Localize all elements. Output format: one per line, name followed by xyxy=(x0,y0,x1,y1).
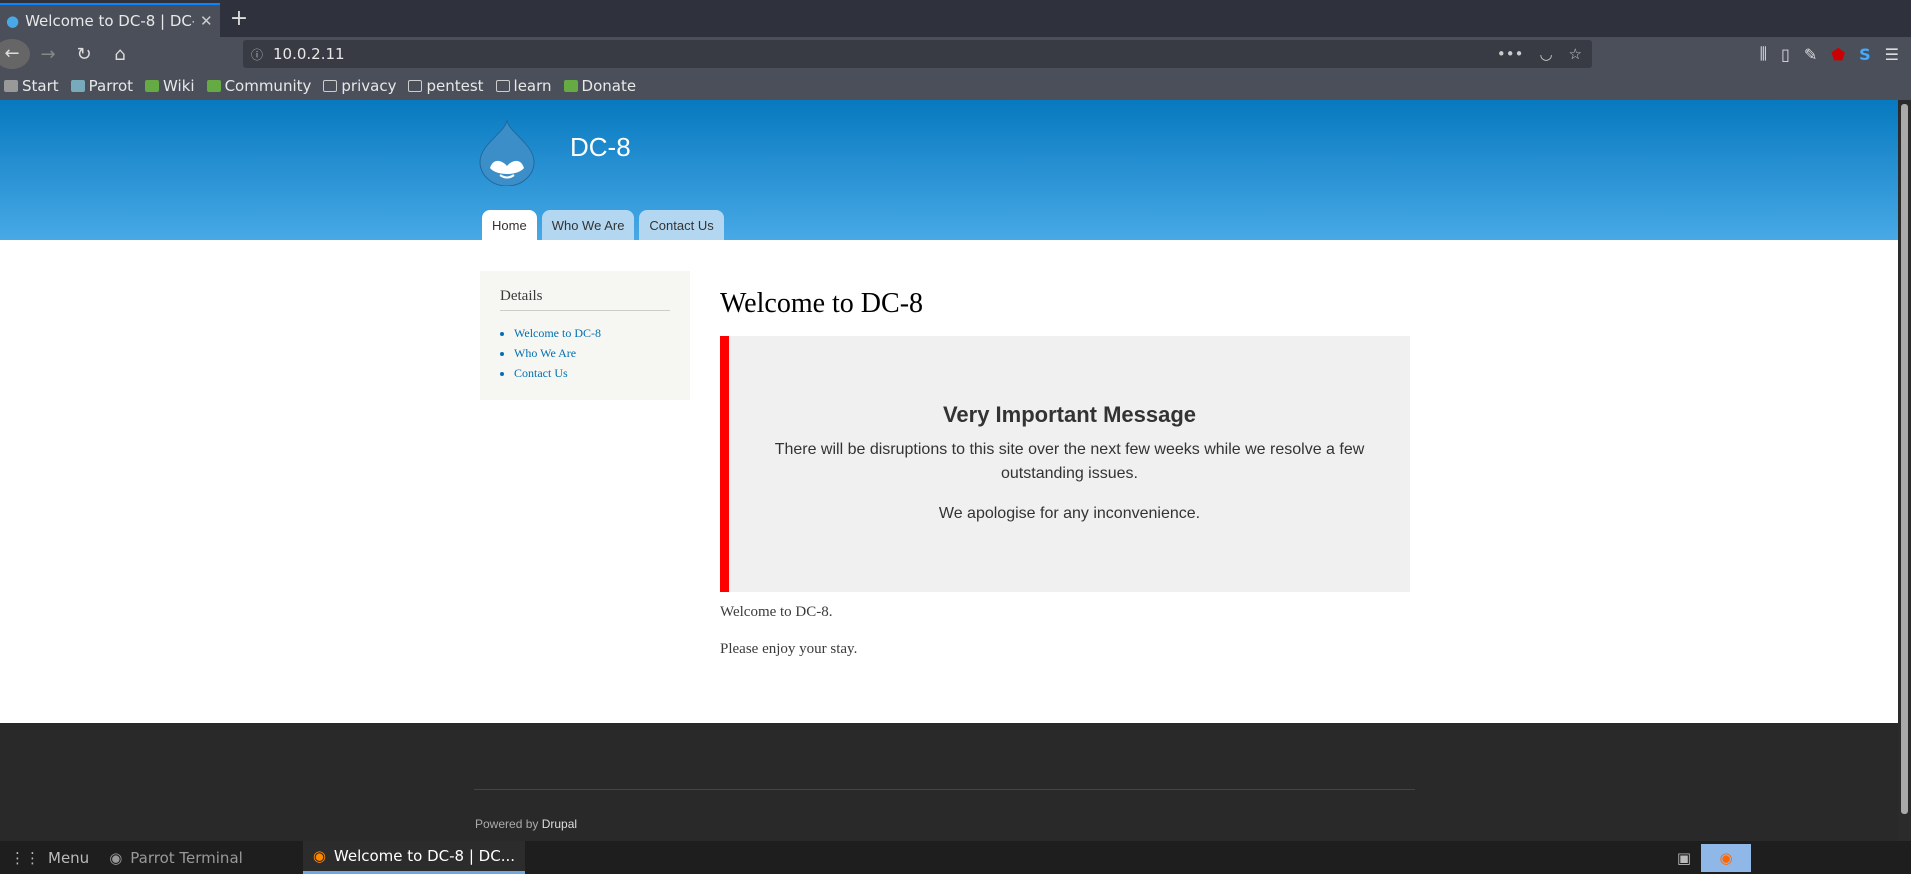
nav-tab-contact-us[interactable]: Contact Us xyxy=(639,210,724,240)
parrot-logo-icon xyxy=(563,79,578,92)
sidebar-link-who-we-are[interactable]: Who We Are xyxy=(514,343,670,363)
parrot-logo-icon xyxy=(145,79,160,92)
folder-icon xyxy=(495,79,510,92)
bookmark-privacy[interactable]: privacy xyxy=(323,77,396,95)
taskbar: ⋮⋮ Menu ◉ Parrot Terminal ◉ Welcome to DC-8… xyxy=(0,841,1911,874)
footer-divider xyxy=(474,789,1415,790)
bookmark-pentest[interactable]: pentest xyxy=(408,77,484,95)
bookmark-parrot[interactable]: Parrot xyxy=(70,77,133,95)
tab-bar: ● Welcome to DC-8 | DC-8 ✕ + xyxy=(0,0,1911,37)
close-tab-icon[interactable]: ✕ xyxy=(200,12,220,30)
hamburger-menu-icon[interactable]: ☰ xyxy=(1885,45,1899,64)
page-scrollbar[interactable] xyxy=(1898,100,1911,841)
primary-nav: Home Who We Are Contact Us xyxy=(482,210,724,240)
message-title: Very Important Message xyxy=(942,402,1197,427)
more-icon[interactable]: ••• xyxy=(1497,45,1524,63)
firefox-icon: ◉ xyxy=(312,847,326,865)
star-icon[interactable]: ☆ xyxy=(1569,45,1582,63)
important-message-box: Very Important Message There will be dis… xyxy=(720,336,1410,592)
bookmark-wiki[interactable]: Wiki xyxy=(145,77,195,95)
nav-toolbar: ← → ↻ ⌂ ⓘ 10.0.2.11 ••• ◡ ☆ ⫼ ▯ ✎ ⬟ S ☰ xyxy=(0,37,1911,71)
bookmark-start[interactable]: Start xyxy=(4,77,59,95)
taskbar-terminal[interactable]: ◉ Parrot Terminal xyxy=(99,841,253,874)
page-title: Welcome to DC-8 xyxy=(720,288,924,319)
parrot-logo-icon xyxy=(206,79,221,92)
sidebar-link-welcome[interactable]: Welcome to DC-8 xyxy=(514,323,670,343)
bookmark-donate[interactable]: Donate xyxy=(563,77,636,95)
home-icon[interactable]: ⌂ xyxy=(102,44,138,65)
main-content: Welcome to DC-8 Very Important Message T… xyxy=(720,288,1410,678)
scrollbar-thumb[interactable] xyxy=(1901,104,1908,814)
info-icon[interactable]: ⓘ xyxy=(251,46,263,63)
new-tab-button[interactable]: + xyxy=(222,3,256,37)
menu-label: Menu xyxy=(48,848,90,867)
folder-icon xyxy=(408,79,423,92)
drupal-favicon-icon: ● xyxy=(6,12,20,30)
bookmark-community[interactable]: Community xyxy=(206,77,311,95)
folder-icon xyxy=(323,79,338,92)
bookmark-learn[interactable]: learn xyxy=(495,77,552,95)
ublock-icon[interactable]: ⬟ xyxy=(1831,45,1845,64)
tray-firefox-icon[interactable]: ◉ xyxy=(1701,843,1751,872)
start-icon xyxy=(4,79,18,92)
browser-tab[interactable]: ● Welcome to DC-8 | DC-8 ✕ xyxy=(0,3,220,37)
sidebar-link-contact-us[interactable]: Contact Us xyxy=(514,363,670,383)
window-label: Welcome to DC-8 | DC... xyxy=(333,847,516,865)
nav-tab-who-we-are[interactable]: Who We Are xyxy=(541,210,635,240)
powered-by-text: Powered by xyxy=(475,817,539,831)
terminal-icon: ◉ xyxy=(109,848,123,867)
screenshot-icon[interactable]: ▣ xyxy=(1677,849,1691,867)
url-text: 10.0.2.11 xyxy=(273,45,345,63)
grid-icon: ⋮⋮ xyxy=(10,848,40,867)
site-header: DC-8 Home Who We Are Contact Us xyxy=(0,100,1898,240)
sidebar-title: Details xyxy=(500,288,670,311)
site-footer: Powered by Drupal xyxy=(0,723,1898,841)
drupal-logo-icon[interactable] xyxy=(478,118,536,186)
nav-tab-home[interactable]: Home xyxy=(482,210,537,240)
body-paragraph: Welcome to DC-8. xyxy=(720,604,833,620)
forward-icon[interactable]: → xyxy=(30,44,66,65)
bookmarks-bar: Start Parrot Wiki Community privacy pent… xyxy=(0,71,1911,100)
extension-icon[interactable]: ✎ xyxy=(1804,45,1817,64)
site-name[interactable]: DC-8 xyxy=(570,132,631,163)
terminal-label: Parrot Terminal xyxy=(130,848,243,867)
sidebar-icon[interactable]: ▯ xyxy=(1781,45,1790,64)
extension-s-icon[interactable]: S xyxy=(1859,45,1871,64)
tab-title: Welcome to DC-8 | DC-8 xyxy=(25,12,194,30)
body-paragraph: Please enjoy your stay. xyxy=(720,641,858,657)
library-icon[interactable]: ⫼ xyxy=(1760,44,1767,64)
web-page: DC-8 Home Who We Are Contact Us Details … xyxy=(0,100,1898,841)
pocket-icon[interactable]: ◡ xyxy=(1539,45,1552,63)
parrot-icon xyxy=(70,79,85,92)
taskbar-firefox-window[interactable]: ◉ Welcome to DC-8 | DC... xyxy=(302,841,526,874)
powered-by: Powered by Drupal xyxy=(475,817,577,831)
drupal-link[interactable]: Drupal xyxy=(542,817,577,831)
message-line-2: We apologise for any inconvenience. xyxy=(938,505,1201,522)
reload-icon[interactable]: ↻ xyxy=(66,44,102,65)
message-line-1: There will be disruptions to this site o… xyxy=(774,441,1365,482)
url-bar[interactable]: ⓘ 10.0.2.11 ••• ◡ ☆ xyxy=(243,40,1592,68)
sidebar-details: Details Welcome to DC-8 Who We Are Conta… xyxy=(480,271,690,400)
back-icon[interactable]: ← xyxy=(0,39,30,69)
menu-button[interactable]: ⋮⋮ Menu xyxy=(0,841,99,874)
